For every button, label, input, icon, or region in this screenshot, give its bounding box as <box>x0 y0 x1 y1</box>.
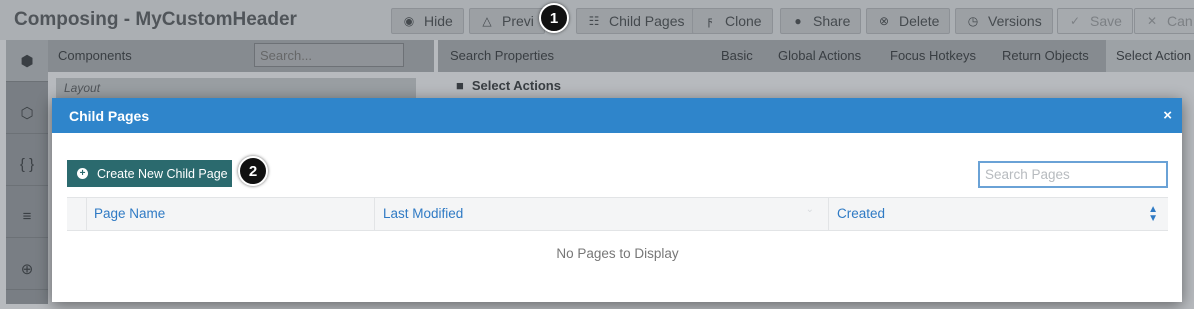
create-new-child-page-label: Create New Child Page <box>97 166 228 181</box>
modal-title: Child Pages <box>69 108 150 124</box>
sort-icon[interactable]: ▲ ▼ <box>1148 205 1158 224</box>
modal-header: Child Pages × <box>52 98 1182 133</box>
column-created[interactable]: Created ▲ ▼ <box>829 198 1168 230</box>
step-callout-2: 2 <box>238 156 268 186</box>
child-pages-grid: Page Name Last Modified ⌄ Created ▲ ▼ No … <box>67 197 1168 275</box>
empty-message: No Pages to Display <box>556 245 679 261</box>
grid-header-row: Page Name Last Modified ⌄ Created ▲ ▼ <box>67 197 1168 231</box>
child-pages-modal: Child Pages × + Create New Child Page Pa… <box>52 98 1182 302</box>
step-callout-1: 1 <box>539 3 569 33</box>
create-new-child-page-button[interactable]: + Create New Child Page <box>67 160 232 187</box>
column-last-modified[interactable]: Last Modified ⌄ <box>375 198 828 230</box>
column-last-modified-label: Last Modified <box>383 206 464 221</box>
close-icon[interactable]: × <box>1163 107 1172 124</box>
column-created-label: Created <box>837 206 886 221</box>
column-page-name-label: Page Name <box>94 206 166 221</box>
column-page-name[interactable]: Page Name <box>86 198 378 230</box>
plus-circle-icon: + <box>77 168 88 179</box>
sort-icon: ⌄ <box>805 204 814 215</box>
column-divider <box>86 198 87 230</box>
search-pages-input[interactable] <box>978 161 1168 188</box>
